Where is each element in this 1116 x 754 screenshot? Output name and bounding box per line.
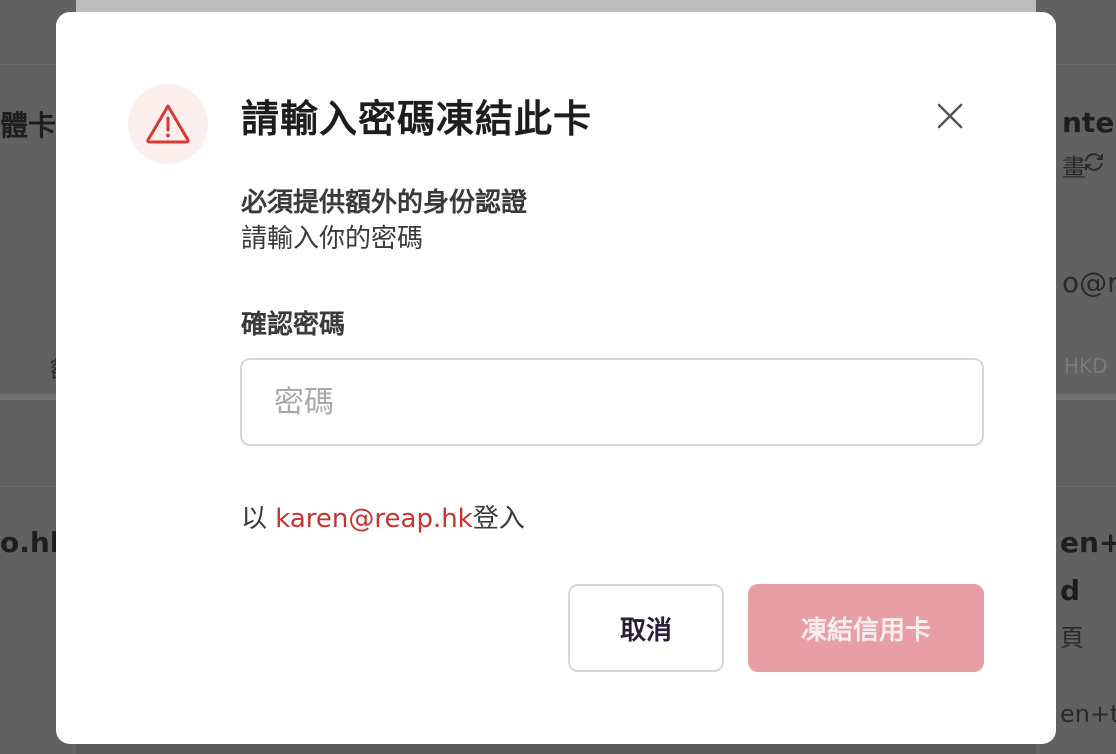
close-button[interactable] <box>928 94 972 138</box>
background-user-email: en+te <box>1060 700 1116 728</box>
login-info: 以 karen@reap.hk登入 <box>241 498 525 535</box>
background-user-line2: d <box>1060 574 1081 607</box>
background-card-title: 體卡 <box>0 109 57 142</box>
login-email-link[interactable]: karen@reap.hk <box>275 504 472 534</box>
confirm-password-label: 確認密碼 <box>241 310 346 340</box>
warning-triangle-icon <box>146 104 190 144</box>
close-icon <box>937 103 963 129</box>
background-user-line3: 頁 <box>1060 624 1084 652</box>
background-top-strip <box>76 0 1036 12</box>
background-email: o@re <box>1062 266 1116 299</box>
password-input[interactable] <box>240 358 984 446</box>
background-header-title: nter <box>1062 106 1116 139</box>
login-suffix: 登入 <box>472 504 525 534</box>
auth-required-text: 必須提供額外的身份認證 <box>241 188 528 218</box>
freeze-card-dialog: 請輸入密碼凍結此卡 必須提供額外的身份認證 請輸入你的密碼 確認密碼 以 kar… <box>56 12 1056 744</box>
background-user: en+t <box>1060 526 1116 559</box>
dialog-title: 請輸入密碼凍結此卡 <box>241 97 593 141</box>
refresh-icon <box>1082 150 1106 178</box>
freeze-card-button[interactable]: 凍結信用卡 <box>748 584 984 672</box>
warning-badge <box>128 84 208 164</box>
enter-password-text: 請輸入你的密碼 <box>241 224 424 254</box>
background-currency: HKD <box>1064 354 1108 378</box>
login-prefix: 以 <box>241 504 276 534</box>
cancel-button[interactable]: 取消 <box>568 584 724 672</box>
